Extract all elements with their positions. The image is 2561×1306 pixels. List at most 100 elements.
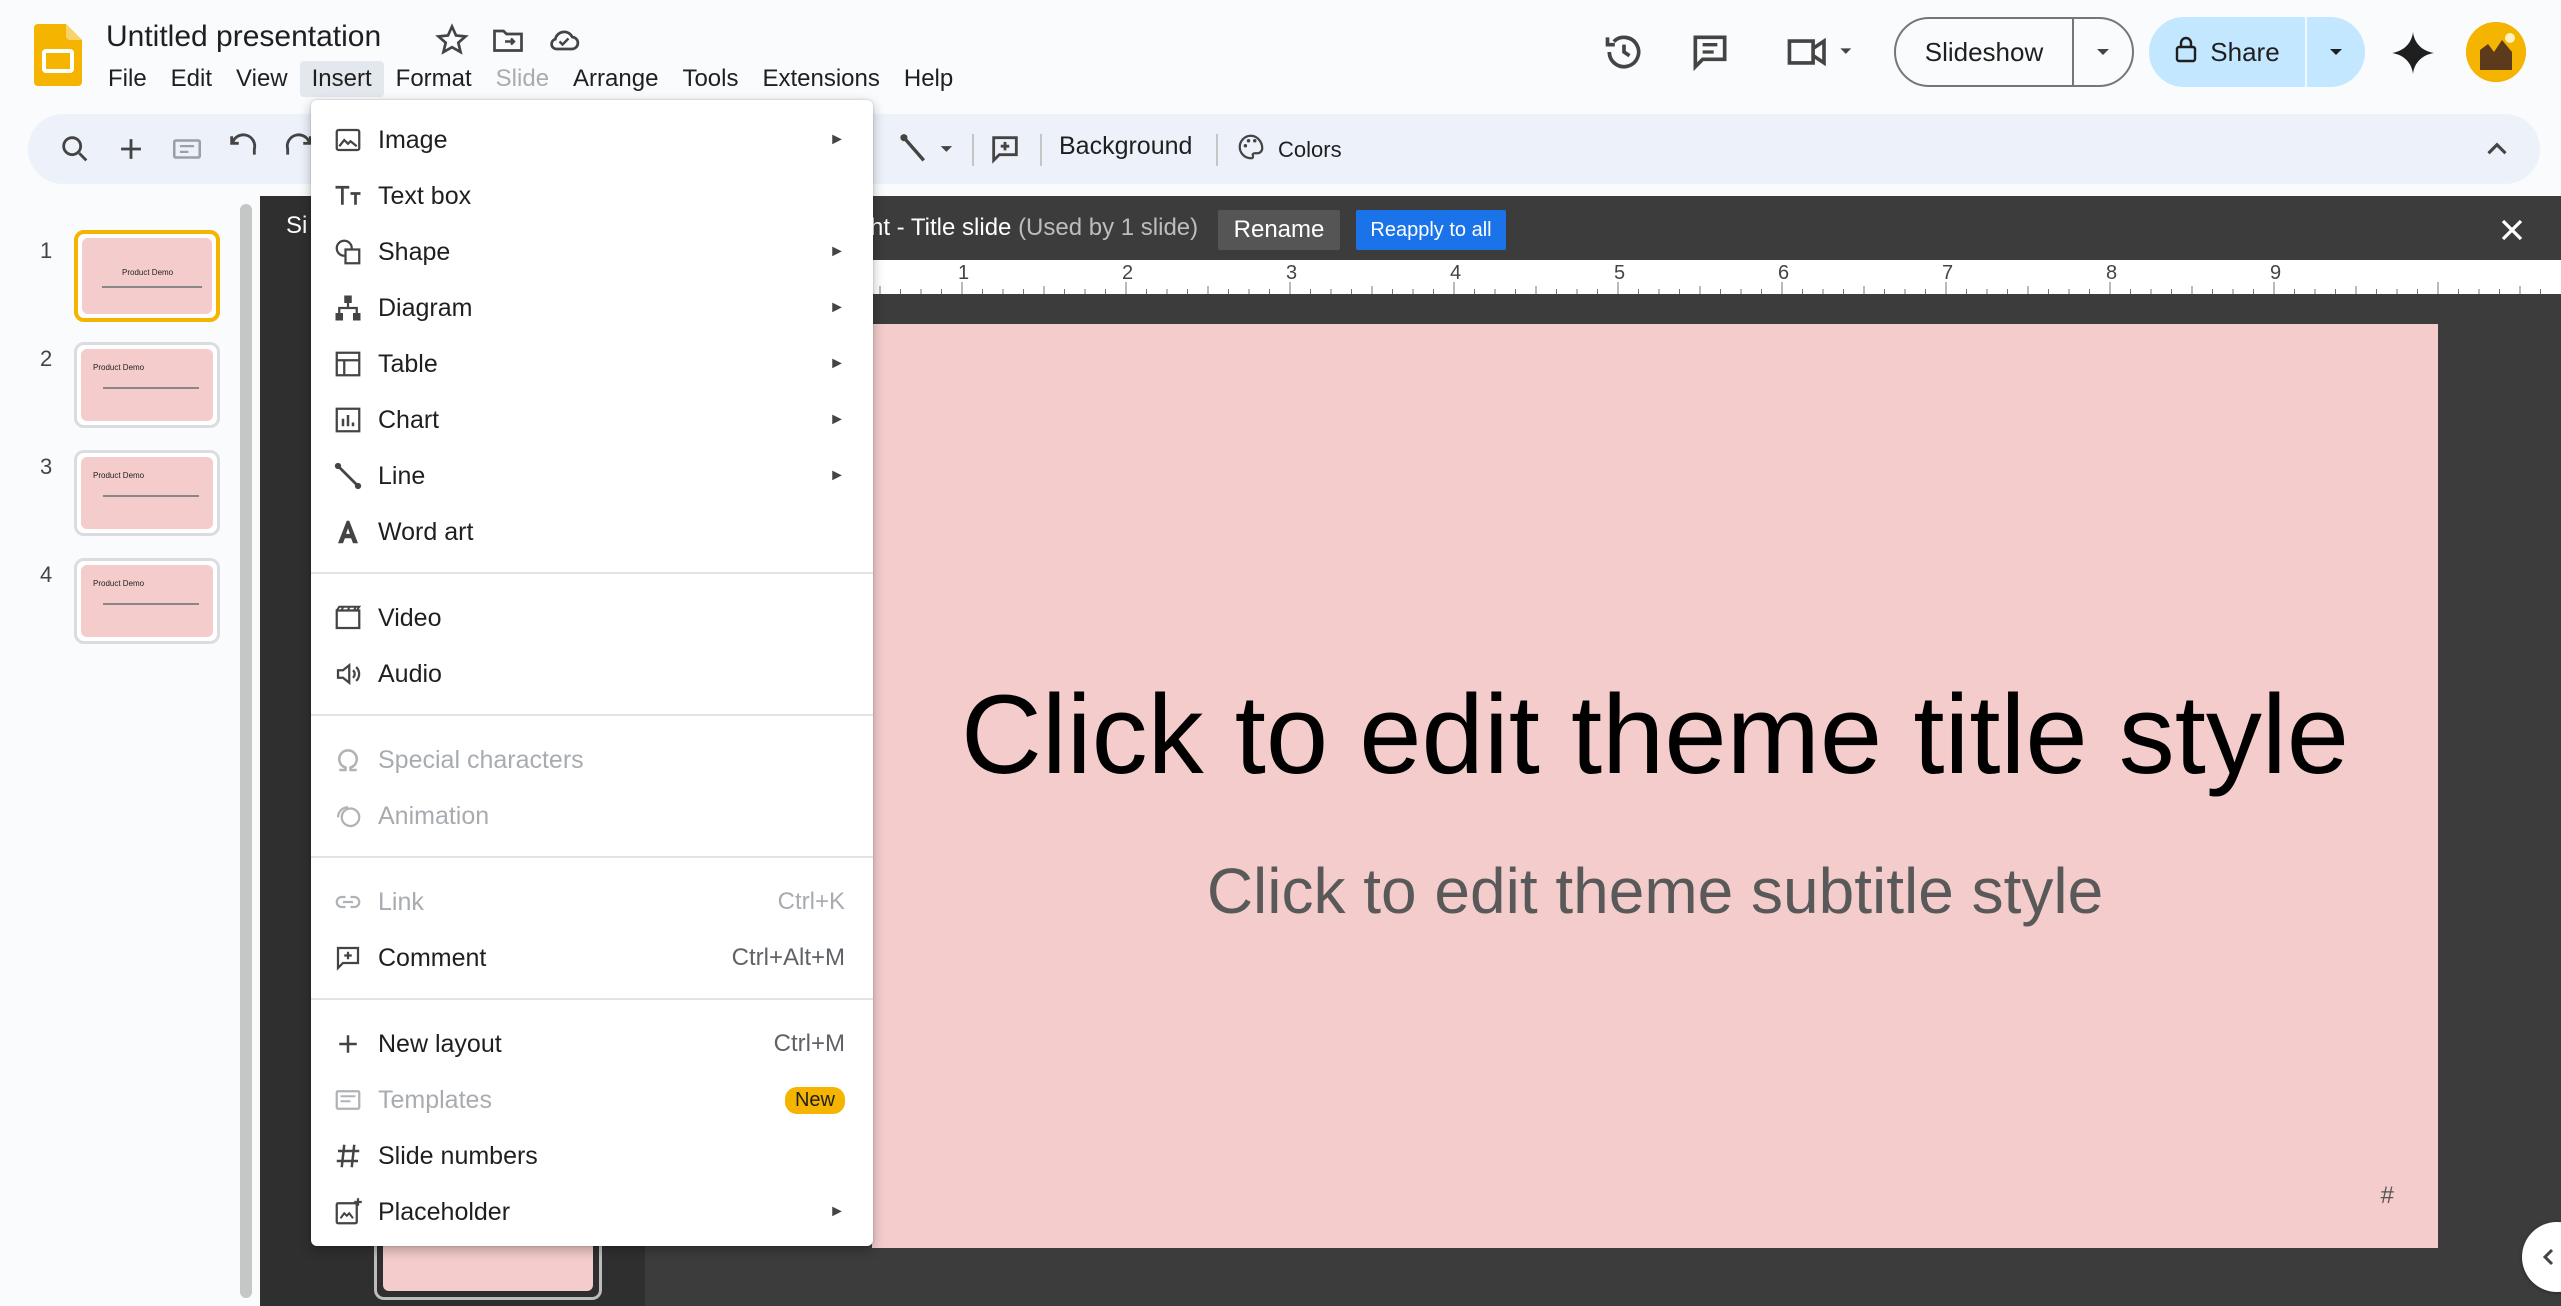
menu-tools[interactable]: Tools bbox=[670, 61, 750, 97]
comments-icon[interactable] bbox=[1688, 30, 1732, 74]
shape-icon bbox=[331, 235, 365, 269]
layout-name: ht - Title slide (Used by 1 slide) bbox=[870, 214, 1198, 242]
menu-item-special-characters[interactable]: Special characters bbox=[311, 732, 873, 788]
menu-item-video[interactable]: Video bbox=[311, 590, 873, 646]
menu-item-label: Video bbox=[378, 603, 442, 632]
menu-format[interactable]: Format bbox=[384, 61, 484, 97]
slide-canvas[interactable]: Click to edit theme title style Click to… bbox=[872, 324, 2438, 1248]
audio-icon bbox=[331, 657, 365, 691]
menu-item-label: Word art bbox=[378, 517, 474, 546]
colors-button[interactable]: Colors bbox=[1236, 132, 1342, 168]
menu-separator bbox=[311, 856, 873, 858]
menu-item-chart[interactable]: Chart ► bbox=[311, 392, 873, 448]
share-button[interactable]: Share bbox=[2149, 17, 2365, 87]
slide-thumbnail[interactable]: Product Demo bbox=[74, 558, 220, 644]
video-icon bbox=[331, 601, 365, 635]
share-label: Share bbox=[2210, 36, 2280, 67]
lock-icon bbox=[2174, 35, 2198, 70]
menu-item-shortcut: Ctrl+Alt+M bbox=[731, 944, 845, 971]
slideshow-dropdown-icon[interactable] bbox=[2074, 19, 2132, 85]
version-history-icon[interactable] bbox=[1602, 30, 1646, 74]
menu-item-label: Comment bbox=[378, 943, 487, 972]
add-comment-icon[interactable] bbox=[988, 132, 1022, 166]
menu-item-comment[interactable]: Comment Ctrl+Alt+M bbox=[311, 930, 873, 986]
menu-item-slide-numbers[interactable]: Slide numbers bbox=[311, 1128, 873, 1184]
thumbnail-subtitle-line bbox=[103, 603, 199, 605]
share-main[interactable]: Share bbox=[2149, 17, 2307, 87]
submenu-arrow-icon: ► bbox=[829, 243, 845, 260]
menu-edit[interactable]: Edit bbox=[159, 61, 224, 97]
layout-icon[interactable] bbox=[170, 132, 204, 166]
menu-item-label: Image bbox=[378, 125, 448, 154]
slideshow-button[interactable]: Slideshow bbox=[1894, 17, 2134, 87]
submenu-arrow-icon: ► bbox=[829, 131, 845, 148]
new-slide-icon[interactable] bbox=[114, 132, 148, 166]
avatar[interactable] bbox=[2466, 22, 2526, 82]
menu-separator bbox=[311, 998, 873, 1000]
menu-item-shortcut: Ctrl+M bbox=[773, 1030, 845, 1057]
slide-thumbnail[interactable]: Product Demo bbox=[74, 342, 220, 428]
slide-number-placeholder[interactable]: # bbox=[2381, 1182, 2394, 1210]
menu-item-link[interactable]: Link Ctrl+K bbox=[311, 874, 873, 930]
slide-thumbnail[interactable]: Product Demo bbox=[74, 230, 220, 322]
editor-gutter bbox=[674, 1248, 872, 1274]
close-icon[interactable] bbox=[2494, 212, 2530, 248]
menu-item-new-layout[interactable]: New layout Ctrl+M bbox=[311, 1016, 873, 1072]
menu-extensions[interactable]: Extensions bbox=[750, 61, 891, 97]
meet-camera-icon[interactable] bbox=[1784, 30, 1864, 74]
menu-item-image[interactable]: Image ► bbox=[311, 112, 873, 168]
menu-item-animation[interactable]: Animation bbox=[311, 788, 873, 844]
title-placeholder[interactable]: Click to edit theme title style bbox=[872, 670, 2438, 799]
line-tool-icon[interactable] bbox=[898, 132, 958, 166]
rename-button[interactable]: Rename bbox=[1218, 210, 1340, 250]
menu-item-line[interactable]: Line ► bbox=[311, 448, 873, 504]
menu-item-placeholder[interactable]: Placeholder ► bbox=[311, 1184, 873, 1240]
menu-slide[interactable]: Slide bbox=[484, 61, 561, 97]
menu-arrange[interactable]: Arrange bbox=[561, 61, 670, 97]
collapse-toolbar-icon[interactable] bbox=[2480, 132, 2514, 166]
move-to-folder-icon[interactable] bbox=[490, 22, 526, 58]
ruler-ticks bbox=[879, 282, 2541, 294]
horizontal-ruler[interactable]: 1 2 3 4 5 6 7 8 9 bbox=[872, 260, 2561, 294]
menu-item-label: Placeholder bbox=[378, 1197, 511, 1226]
menu-view[interactable]: View bbox=[224, 61, 300, 97]
slide-thumbnail[interactable]: Product Demo bbox=[74, 450, 220, 536]
subtitle-placeholder[interactable]: Click to edit theme subtitle style bbox=[872, 854, 2438, 928]
menu-item-label: Special characters bbox=[378, 745, 584, 774]
menu-item-word-art[interactable]: Word art bbox=[311, 504, 873, 560]
menu-item-audio[interactable]: Audio bbox=[311, 646, 873, 702]
reapply-to-all-button[interactable]: Reapply to all bbox=[1356, 210, 1506, 250]
toolbar-separator bbox=[1216, 134, 1218, 166]
menu-file[interactable]: File bbox=[96, 61, 159, 97]
share-dropdown-icon[interactable] bbox=[2307, 17, 2365, 87]
menu-item-diagram[interactable]: Diagram ► bbox=[311, 280, 873, 336]
thumbnail-title: Product Demo bbox=[122, 268, 174, 277]
menu-item-table[interactable]: Table ► bbox=[311, 336, 873, 392]
layout-thumbnail[interactable] bbox=[374, 1240, 602, 1300]
menu-item-text-box[interactable]: Text box bbox=[311, 168, 873, 224]
templates-icon bbox=[331, 1083, 365, 1117]
undo-icon[interactable] bbox=[226, 132, 260, 166]
animation-icon bbox=[331, 799, 365, 833]
menu-help[interactable]: Help bbox=[892, 61, 965, 97]
menu-item-label: Diagram bbox=[378, 293, 473, 322]
gemini-sparkle-icon[interactable] bbox=[2388, 28, 2438, 78]
slideshow-label[interactable]: Slideshow bbox=[1896, 19, 2074, 85]
cloud-saved-icon[interactable] bbox=[546, 22, 582, 58]
side-panel-toggle[interactable] bbox=[2522, 1222, 2561, 1292]
document-title[interactable]: Untitled presentation bbox=[106, 20, 381, 54]
background-button[interactable]: Background bbox=[1059, 132, 1192, 161]
search-menus-icon[interactable] bbox=[58, 132, 92, 166]
star-icon[interactable] bbox=[434, 22, 470, 58]
menu-item-templates[interactable]: Templates New bbox=[311, 1072, 873, 1128]
slides-logo[interactable] bbox=[34, 24, 82, 86]
menu-insert[interactable]: Insert bbox=[299, 61, 384, 97]
comment-add-icon bbox=[331, 941, 365, 975]
plus-icon bbox=[331, 1027, 365, 1061]
menu-item-label: Shape bbox=[378, 237, 451, 266]
placeholder-icon bbox=[331, 1195, 365, 1229]
menu-item-shape[interactable]: Shape ► bbox=[311, 224, 873, 280]
layout-usage: (Used by 1 slide) bbox=[1018, 214, 1199, 241]
filmstrip-scrollbar[interactable] bbox=[240, 204, 252, 1298]
layout-name-text: ht - Title slide bbox=[870, 214, 1012, 241]
